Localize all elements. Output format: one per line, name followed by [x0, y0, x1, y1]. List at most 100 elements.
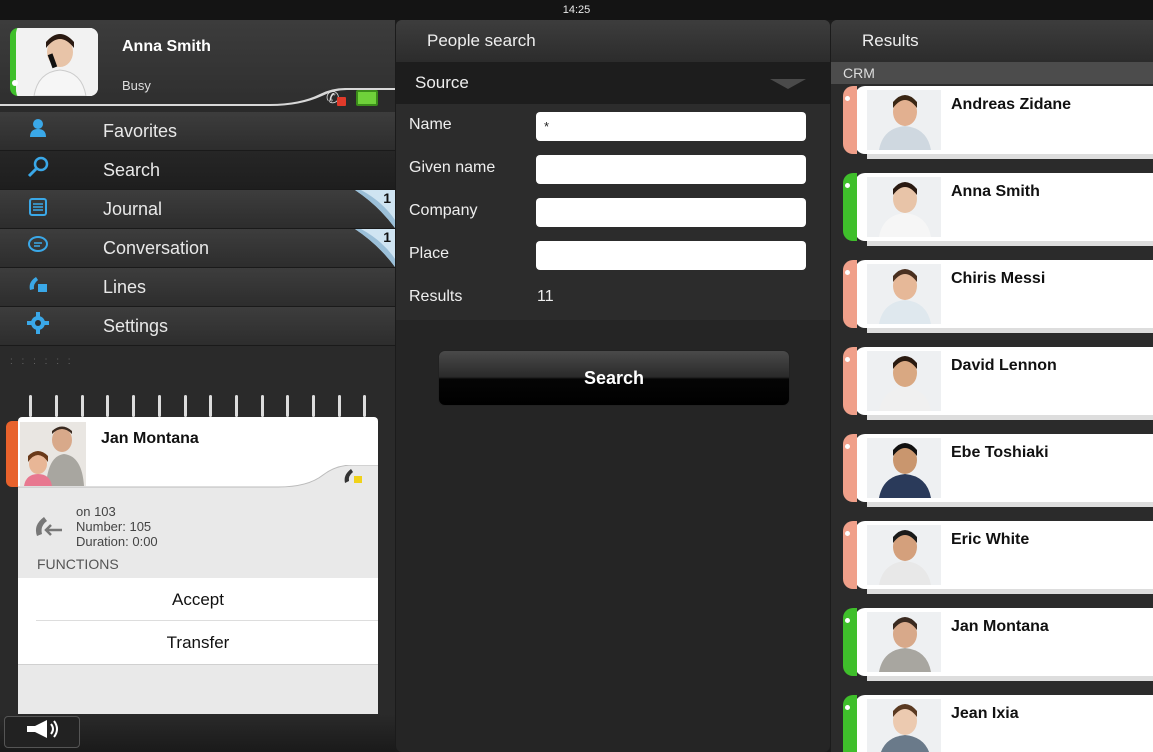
people-search-panel: People search Source Name Given name Com… — [396, 20, 830, 752]
contact-card[interactable]: Jean Ixia — [843, 695, 1153, 752]
contact-photo — [867, 525, 941, 585]
call-duration: Duration: 0:00 — [76, 534, 158, 549]
given-name-row: Given name — [396, 147, 830, 190]
avatar — [10, 28, 98, 96]
chat-icon — [0, 235, 75, 261]
card-shadow — [867, 502, 1153, 507]
search-button[interactable]: Search — [438, 350, 790, 406]
card-shadow — [867, 241, 1153, 246]
contact-card[interactable]: Ebe Toshiaki — [843, 434, 1153, 502]
contact-name: Jan Montana — [951, 618, 1049, 635]
company-label: Company — [409, 202, 478, 219]
menu-label: Conversation — [103, 237, 210, 258]
journal-badge: 1 — [355, 190, 395, 228]
presence-dot — [845, 531, 850, 536]
speaker-button[interactable] — [4, 716, 80, 748]
company-field[interactable] — [536, 198, 806, 227]
contact-card[interactable]: David Lennon — [843, 347, 1153, 415]
incoming-call-icon — [32, 514, 64, 547]
place-field[interactable] — [536, 241, 806, 270]
person-icon — [0, 118, 75, 144]
card-shadow — [867, 415, 1153, 420]
functions-label: FUNCTIONS — [37, 556, 119, 572]
conversation-badge: 1 — [355, 229, 395, 267]
contact-name: Anna Smith — [951, 183, 1040, 200]
card-shadow — [867, 154, 1153, 159]
transfer-button[interactable]: Transfer — [18, 621, 378, 664]
place-row: Place — [396, 233, 830, 276]
name-field[interactable] — [536, 112, 806, 141]
call-card-body: on 103 Number: 105 Duration: 0:00 FUNCTI… — [18, 492, 378, 715]
contact-name: Ebe Toshiaki — [951, 444, 1049, 461]
menu-item-journal[interactable]: Journal 1 — [0, 190, 395, 229]
source-label: Source — [415, 73, 469, 92]
presence-dot — [845, 183, 850, 188]
presence-dot — [845, 444, 850, 449]
contact-photo — [867, 612, 941, 672]
user-profile[interactable]: Anna Smith Busy ✆ — [0, 20, 395, 110]
left-panel: Anna Smith Busy ✆ Favorites Search Journ… — [0, 20, 395, 752]
menu-item-settings[interactable]: Settings — [0, 307, 395, 346]
conversation-badge-count: 1 — [383, 229, 391, 245]
phone-busy-icon: ✆ — [326, 88, 346, 107]
presence-dot — [845, 270, 850, 275]
contact-card[interactable]: Anna Smith — [843, 173, 1153, 241]
caller-status-accent — [6, 421, 18, 487]
results-row: Results 11 — [396, 276, 830, 319]
name-row: Name — [396, 104, 830, 147]
menu-item-search[interactable]: Search — [0, 151, 395, 190]
results-count: 11 — [537, 288, 554, 305]
search-icon — [0, 156, 75, 184]
contact-status-accent — [843, 695, 857, 752]
presence-dot — [12, 80, 18, 86]
presence-dot — [845, 618, 850, 623]
profile-name: Anna Smith — [122, 38, 211, 55]
bottom-toolbar — [0, 714, 395, 752]
divider — [18, 664, 378, 665]
presence-dot — [845, 705, 850, 710]
source-select[interactable]: Source — [396, 62, 830, 104]
menu-item-conversation[interactable]: Conversation 1 — [0, 229, 395, 268]
given-name-field[interactable] — [536, 155, 806, 184]
clock: 14:25 — [562, 4, 591, 16]
contact-name: Eric White — [951, 531, 1030, 548]
contact-card[interactable]: Jan Montana — [843, 608, 1153, 676]
battery-icon — [356, 90, 378, 106]
call-number: Number: 105 — [76, 519, 152, 534]
phone-icon — [342, 467, 364, 490]
journal-icon — [0, 196, 75, 222]
presence-dot — [845, 357, 850, 362]
card-shadow — [867, 676, 1153, 681]
search-form: Name Given name Company Place Results 11 — [396, 104, 830, 320]
place-label: Place — [409, 245, 450, 262]
contact-photo — [867, 177, 941, 237]
menu-label: Journal — [103, 198, 163, 219]
status-bar: 14:25 — [0, 0, 1153, 20]
accept-button[interactable]: Accept — [18, 578, 378, 621]
menu-item-favorites[interactable]: Favorites — [0, 112, 395, 151]
contact-card[interactable]: Eric White — [843, 521, 1153, 589]
card-wave-decoration — [18, 465, 378, 492]
contact-photo — [867, 90, 941, 150]
contact-name: Jean Ixia — [951, 705, 1019, 722]
menu-label: Lines — [103, 276, 147, 297]
contact-photo — [867, 351, 941, 411]
presence-dot — [845, 96, 850, 101]
contact-card[interactable]: Andreas Zidane — [843, 86, 1153, 154]
phone-lines-icon — [0, 274, 75, 300]
contact-name: David Lennon — [951, 357, 1057, 374]
contact-card[interactable]: Chiris Messi — [843, 260, 1153, 328]
contact-name: Andreas Zidane — [951, 96, 1072, 113]
drag-handle[interactable]: : : : : : : — [0, 348, 395, 374]
status-icons: ✆ — [326, 88, 378, 107]
journal-badge-count: 1 — [383, 190, 391, 206]
menu-item-lines[interactable]: Lines — [0, 268, 395, 307]
card-shadow — [867, 328, 1153, 333]
panel-title: Results — [831, 20, 1153, 62]
contact-photo — [867, 699, 941, 752]
chevron-down-icon — [770, 79, 806, 89]
contact-name: Chiris Messi — [951, 270, 1046, 287]
card-shadow — [867, 589, 1153, 594]
call-card-header: Jan Montana — [18, 417, 378, 492]
given-name-label: Given name — [409, 159, 496, 176]
